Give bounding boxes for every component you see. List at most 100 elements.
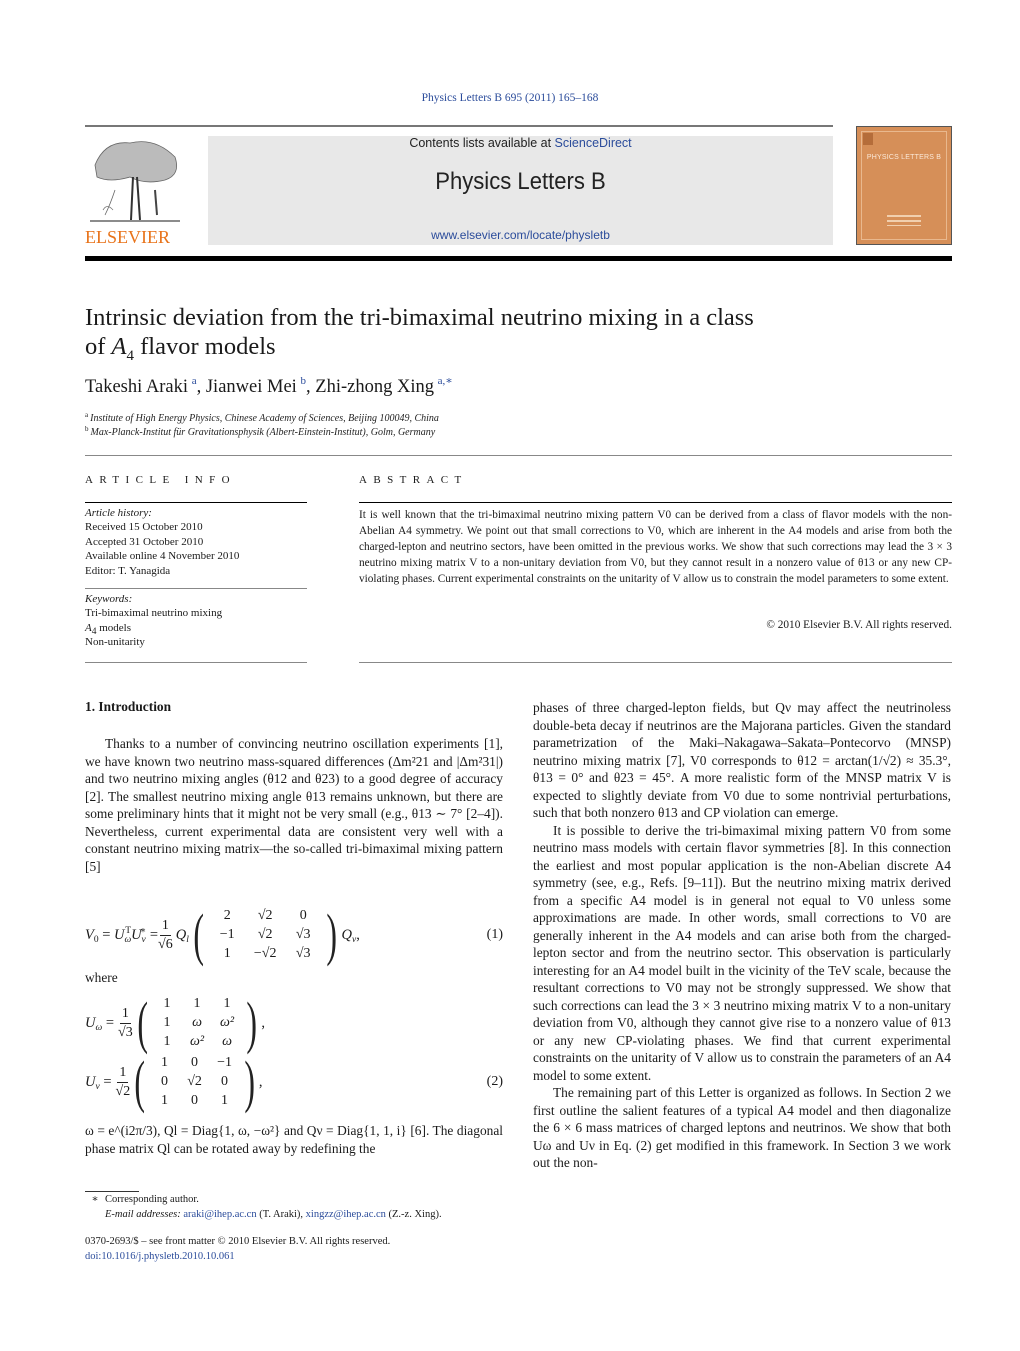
article-info-rule bbox=[85, 662, 307, 663]
fraction-numerator: 1 bbox=[119, 1005, 131, 1024]
sciencedirect-link[interactable]: ScienceDirect bbox=[555, 136, 632, 150]
email-owner: (T. Araki), bbox=[259, 1209, 304, 1220]
matrix-entry: √2 bbox=[257, 927, 273, 942]
matrix-entry: 1 bbox=[163, 1034, 171, 1049]
affiliation-marker[interactable]: b bbox=[301, 375, 307, 387]
front-matter: 0370-2693/$ – see front matter © 2010 El… bbox=[85, 1234, 505, 1264]
header-rule bbox=[85, 125, 833, 127]
fraction-denominator: √2 bbox=[115, 1083, 131, 1099]
email-link-xing[interactable]: xingzz@ihep.ac.cn bbox=[306, 1209, 386, 1220]
footnote-star: ∗ bbox=[91, 1194, 99, 1205]
fraction-denominator: √3 bbox=[118, 1024, 133, 1040]
title-math-sub: 4 bbox=[126, 347, 135, 364]
matrix-entry: 0 bbox=[191, 1093, 199, 1108]
eq1-qnu: Qν, bbox=[341, 926, 360, 945]
cover-text-line bbox=[887, 215, 921, 217]
equation-2a: Uω = 1 √3 ( 111 1 ω ω² 1 ω² ω ), bbox=[85, 990, 503, 1055]
matrix-entry: √3 bbox=[295, 927, 311, 942]
article-info-heading: ARTICLE INFO bbox=[85, 474, 236, 486]
eq2b-lhs: Uν = bbox=[85, 1073, 112, 1092]
right-paragraph-2: It is possible to derive the tri-bimaxim… bbox=[533, 822, 951, 1083]
right-paren: ) bbox=[243, 1049, 255, 1114]
article-history: Article history: Received 15 October 201… bbox=[85, 506, 307, 578]
email-link-araki[interactable]: araki@ihep.ac.cn bbox=[183, 1209, 256, 1220]
right-paren: ) bbox=[326, 902, 338, 967]
matrix-entry: −1 bbox=[219, 927, 235, 942]
abstract-rule bbox=[359, 502, 952, 503]
matrix-entry: ω² bbox=[189, 1034, 205, 1049]
intro-text: Thanks to a number of convincing neutrin… bbox=[85, 736, 503, 874]
history-online: Available online 4 November 2010 bbox=[85, 550, 240, 563]
journal-reference-link[interactable]: Physics Letters B 695 (2011) 165–168 bbox=[0, 92, 1020, 104]
left-paren: ( bbox=[137, 990, 148, 1055]
eq2a-lhs: Uω = bbox=[85, 1014, 115, 1033]
matrix-entry: 1 bbox=[221, 1093, 229, 1108]
fraction-numerator: 1 bbox=[117, 1064, 129, 1083]
matrix-entry: 1 bbox=[163, 1015, 171, 1030]
affiliation-text: Institute of High Energy Physics, Chines… bbox=[90, 413, 439, 424]
after-equation-text: ω = e^(i2π/3), Ql = Diag{1, ω, −ω²} and … bbox=[85, 1123, 503, 1156]
matrix-entry: 0 bbox=[161, 1074, 169, 1089]
affiliation-b: b Max-Planck-Institut für Gravitationsphy… bbox=[85, 425, 435, 438]
affiliation-marker[interactable]: a bbox=[192, 375, 197, 387]
abstract-text: It is well known that the tri-bimaximal … bbox=[359, 509, 952, 585]
eq1-lhs: V0 = UωTUν∗ = bbox=[85, 925, 159, 945]
eq2b-matrix: 1 0 −1 0 √2 0 1 0 1 bbox=[150, 1054, 240, 1110]
affiliation-mark: b bbox=[85, 425, 89, 433]
after-equation-paragraph: ω = e^(i2π/3), Ql = Diag{1, ω, −ω²} and … bbox=[85, 1122, 503, 1157]
comma: , bbox=[258, 1073, 263, 1090]
title-math: A bbox=[111, 333, 127, 360]
cover-badge-icon bbox=[863, 133, 873, 145]
email-owner: (Z.-z. Xing). bbox=[388, 1209, 442, 1220]
keyword: Non-unitarity bbox=[85, 636, 145, 649]
author-name[interactable]: Jianwei Mei bbox=[206, 377, 297, 397]
fraction-numerator: 1 bbox=[159, 917, 171, 936]
left-paren: ( bbox=[193, 902, 204, 967]
elsevier-tree-icon bbox=[90, 141, 180, 222]
elsevier-logo: ELSEVIER bbox=[85, 135, 185, 247]
front-matter-text: 0370-2693/$ – see front matter © 2010 El… bbox=[85, 1236, 391, 1247]
author-list: Takeshi Araki a, Jianwei Mei b, Zhi-zhon… bbox=[85, 375, 453, 397]
matrix-entry: √2 bbox=[187, 1074, 202, 1089]
journal-cover-image: PHYSICS LETTERS B bbox=[856, 126, 952, 245]
matrix-entry: √3 bbox=[295, 946, 311, 961]
section-heading-introduction: 1. Introduction bbox=[85, 699, 172, 714]
article-info-rule bbox=[85, 588, 307, 589]
matrix-entry: 0 bbox=[299, 908, 307, 923]
article-info-rule bbox=[85, 502, 307, 503]
history-received: Received 15 October 2010 bbox=[85, 521, 203, 534]
cover-title: PHYSICS LETTERS B bbox=[866, 154, 942, 161]
abstract-heading: ABSTRACT bbox=[359, 474, 468, 486]
cover-text-line bbox=[887, 225, 921, 226]
history-accepted: Accepted 31 October 2010 bbox=[85, 535, 204, 548]
author-name[interactable]: Zhi-zhong Xing bbox=[315, 377, 434, 397]
equation-2b: Uν = 1 √2 ( 1 0 −1 0 √2 0 101 ), (2) bbox=[85, 1049, 503, 1114]
left-paren: ( bbox=[134, 1049, 146, 1114]
affiliation-marker[interactable]: a,∗ bbox=[438, 375, 453, 387]
doi-link[interactable]: doi:10.1016/j.physletb.2010.10.061 bbox=[85, 1249, 505, 1264]
eq2b-prefactor: 1 √2 bbox=[116, 1064, 131, 1101]
matrix-entry: 2 bbox=[223, 908, 231, 923]
title-text: of bbox=[85, 333, 112, 360]
contents-line: Contents lists available at ScienceDirec… bbox=[208, 136, 833, 150]
matrix-entry: −1 bbox=[217, 1055, 232, 1070]
author-name[interactable]: Takeshi Araki bbox=[85, 377, 188, 397]
matrix-entry: ω² bbox=[219, 1015, 235, 1030]
section-divider bbox=[85, 455, 952, 456]
keywords: Keywords: Tri-bimaximal neutrino mixing … bbox=[85, 592, 307, 650]
header-thick-rule bbox=[85, 256, 952, 261]
matrix-entry: √2 bbox=[257, 908, 273, 923]
corresponding-author-text: Corresponding author. bbox=[105, 1194, 199, 1205]
journal-banner: Contents lists available at ScienceDirec… bbox=[208, 136, 833, 245]
affiliation-a: a Institute of High Energy Physics, Chine… bbox=[85, 411, 439, 424]
right-paragraph-1: phases of three charged-lepton fields, b… bbox=[533, 700, 951, 820]
equation-number: (1) bbox=[486, 927, 503, 942]
eq1-matrix: 2 √2 0 −1 √2 √3 1 −√2 √3 bbox=[208, 907, 322, 963]
history-editor: Editor: T. Yanagida bbox=[85, 564, 171, 577]
eq2a-matrix: 1 1 1 1 ω ω² 1 ω² ω bbox=[152, 995, 242, 1051]
affiliation-mark: a bbox=[85, 411, 89, 419]
article-title: Intrinsic deviation from the tri-bimaxim… bbox=[85, 303, 845, 371]
eq2a-prefactor: 1 √3 bbox=[118, 1005, 133, 1042]
journal-url-link[interactable]: www.elsevier.com/locate/physletb bbox=[208, 228, 833, 242]
matrix-entry: 1 bbox=[223, 996, 231, 1011]
